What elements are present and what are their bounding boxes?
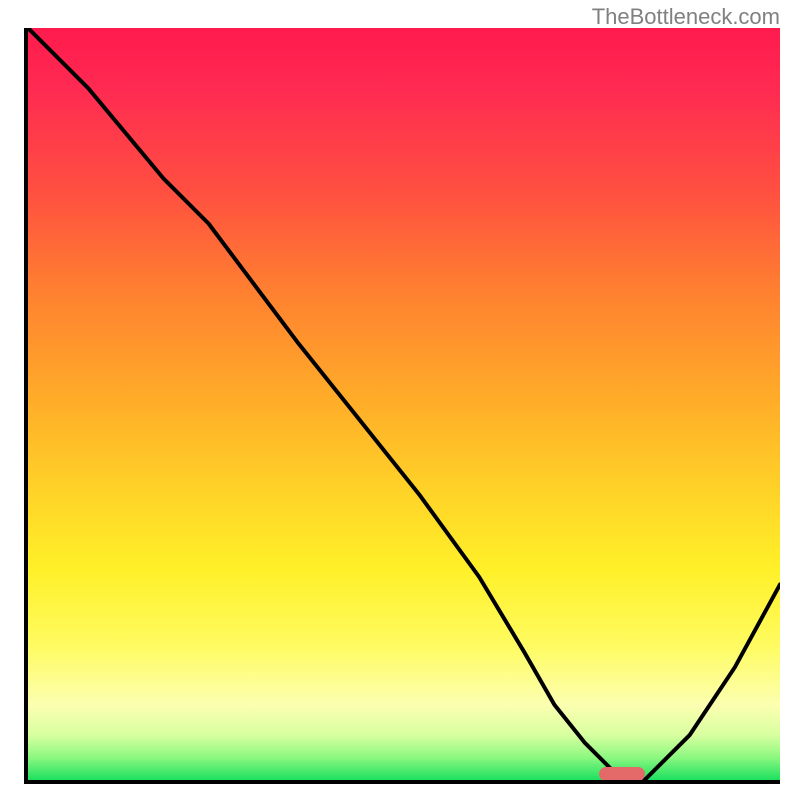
chart-marker-pill	[599, 767, 645, 781]
watermark-text: TheBottleneck.com	[592, 4, 780, 30]
chart-curve-line	[28, 28, 780, 780]
chart-plot-area	[24, 28, 780, 784]
chart-curve-svg	[28, 28, 780, 780]
